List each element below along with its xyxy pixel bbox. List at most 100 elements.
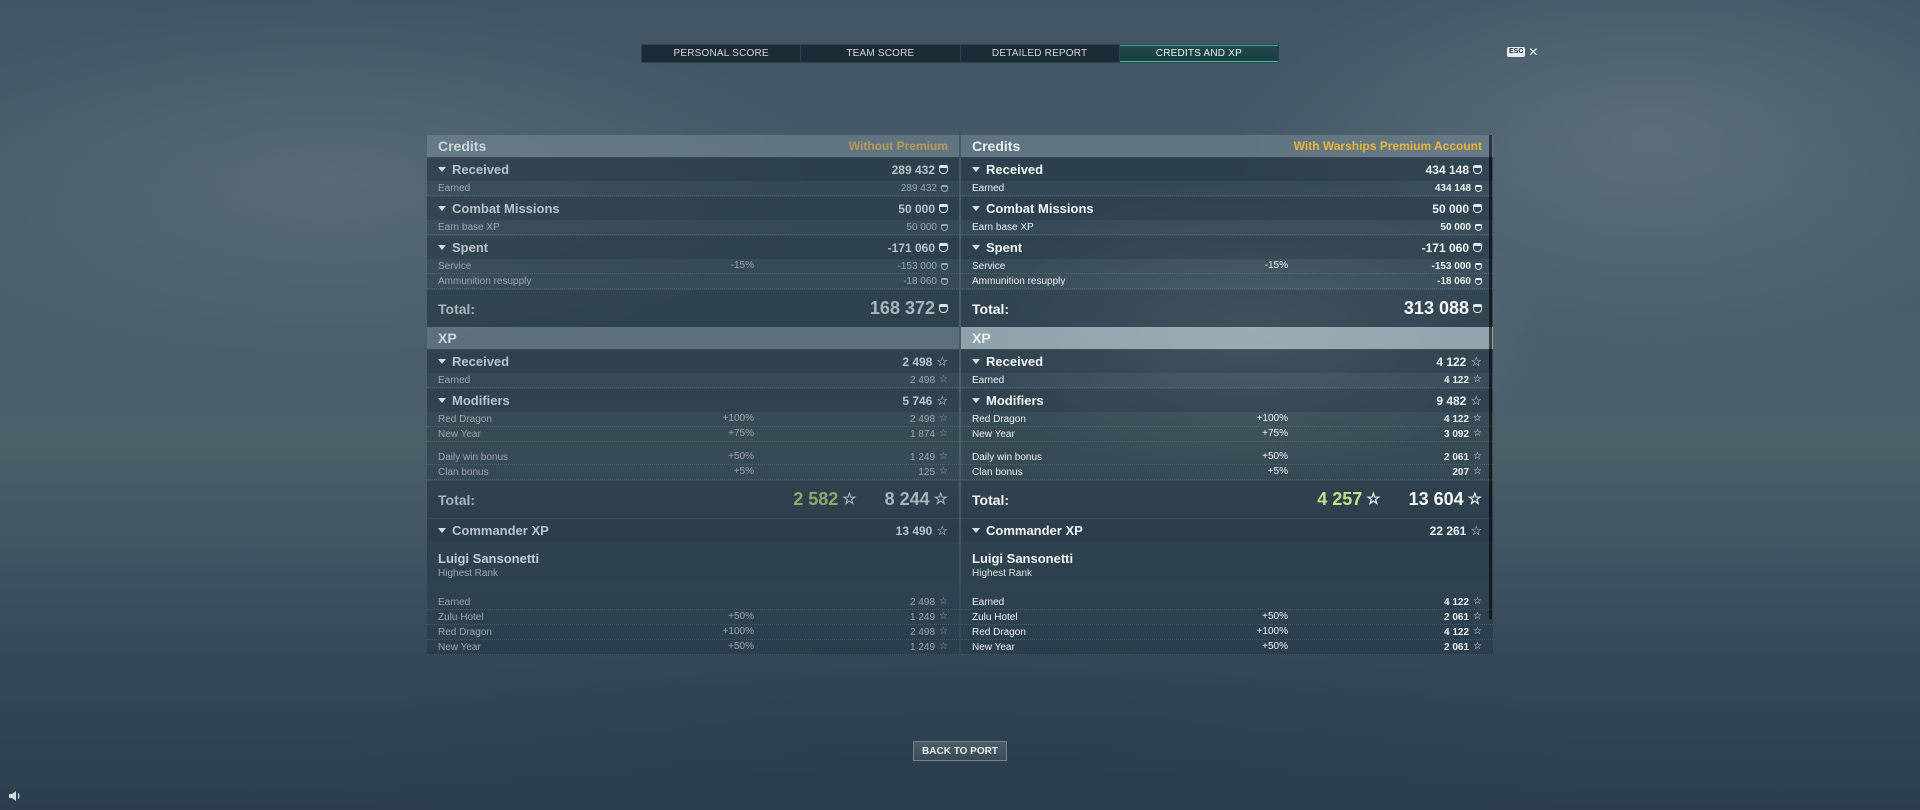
- back-to-port-button[interactable]: BACK TO PORT: [913, 741, 1007, 761]
- row-percent: +100%: [722, 626, 754, 637]
- row-value: -153 000: [1431, 260, 1471, 272]
- credits-panel-without-premium: Credits Without Premium Received 289 432…: [427, 135, 959, 680]
- free-xp-value: 4 257 ☆: [1317, 489, 1381, 509]
- row-label: New Year: [972, 641, 1015, 653]
- row-value: 4 122: [1444, 374, 1470, 386]
- row-percent: +5%: [733, 466, 754, 477]
- row-label: Service: [972, 260, 1006, 272]
- earned-row: Earned 289 432: [427, 181, 959, 196]
- row-label: Red Dragon: [438, 626, 492, 638]
- commander-red-dragon-row: Red Dragon +100% 4 122 ☆: [961, 625, 1493, 640]
- credits-icon: [1473, 304, 1482, 313]
- collapse-triangle-icon: [438, 398, 446, 403]
- xp-star-icon: ☆: [939, 626, 948, 637]
- collapse-triangle-icon: [438, 359, 446, 364]
- collapse-triangle-icon: [438, 245, 446, 250]
- row-label: Earn base XP: [438, 221, 500, 233]
- commander-new-year-row: New Year +50% 2 061 ☆: [961, 640, 1493, 655]
- row-label: Ammunition resupply: [972, 275, 1066, 287]
- section-value: -171 060: [1421, 240, 1469, 255]
- row-label: Earned: [438, 182, 471, 194]
- combat-missions-section[interactable]: Combat Missions 50 000: [427, 196, 959, 220]
- row-value: 3 092: [1444, 428, 1470, 440]
- row-value: 2 498: [910, 596, 936, 608]
- xp-star-icon: ☆: [936, 392, 948, 408]
- scrollbar[interactable]: [1489, 135, 1492, 619]
- row-label: Service: [438, 260, 472, 272]
- commander-info: Luigi Sansonetti Highest Rank: [961, 542, 1493, 583]
- tab-team-score[interactable]: TEAM SCORE: [801, 45, 961, 62]
- commander-info: Luigi Sansonetti Highest Rank: [427, 542, 959, 583]
- sound-icon[interactable]: [8, 790, 22, 802]
- row-value: -153 000: [897, 260, 937, 272]
- xp-star-icon: ☆: [1470, 353, 1482, 369]
- xp-star-icon: ☆: [1473, 428, 1482, 439]
- credits-icon: [939, 304, 948, 313]
- credits-icon: [941, 277, 948, 285]
- credits-icon: [941, 223, 948, 231]
- commander-earned-row: Earned 2 498 ☆: [427, 595, 959, 610]
- tab-detailed-report[interactable]: DETAILED REPORT: [961, 45, 1120, 62]
- spent-section[interactable]: Spent -171 060: [427, 235, 959, 259]
- red-dragon-row: Red Dragon +100% 4 122 ☆: [961, 412, 1493, 427]
- spent-section[interactable]: Spent -171 060: [961, 235, 1493, 259]
- row-label: Clan bonus: [438, 466, 489, 478]
- row-percent: +50%: [728, 641, 754, 652]
- credits-total: Total: 313 088: [961, 289, 1493, 327]
- modifiers-section[interactable]: Modifiers 9 482 ☆: [961, 388, 1493, 412]
- row-value: 1 249: [910, 641, 936, 653]
- commander-name: Luigi Sansonetti: [438, 551, 540, 566]
- credits-icon: [1473, 204, 1482, 213]
- row-label: Earned: [972, 182, 1005, 194]
- row-label: Earn base XP: [972, 221, 1034, 233]
- xp-star-icon: ☆: [936, 353, 948, 369]
- credits-icon: [1475, 184, 1482, 192]
- daily-win-row: Daily win bonus +50% 2 061 ☆: [961, 450, 1493, 465]
- xp-star-icon: ☆: [936, 522, 948, 538]
- xp-star-icon: ☆: [1473, 451, 1482, 462]
- commander-xp-section[interactable]: Commander XP 13 490 ☆: [427, 518, 959, 542]
- row-label: Earned: [972, 374, 1005, 386]
- tab-personal-score[interactable]: PERSONAL SCORE: [642, 45, 802, 62]
- ammunition-row: Ammunition resupply -18 060: [427, 274, 959, 289]
- received-section[interactable]: Received 434 148: [961, 157, 1493, 181]
- row-value: 2 061: [1444, 451, 1470, 463]
- received-section[interactable]: Received 289 432: [427, 157, 959, 181]
- xp-star-icon: ☆: [1473, 596, 1482, 607]
- section-label: Received: [452, 162, 510, 177]
- close-button[interactable]: ESC ✕: [1507, 46, 1538, 58]
- row-value: 50 000: [906, 221, 937, 233]
- total-label: Total:: [972, 491, 1010, 508]
- commander-new-year-row: New Year +50% 1 249 ☆: [427, 640, 959, 655]
- row-value: 2 061: [1444, 611, 1470, 623]
- collapse-triangle-icon: [972, 206, 980, 211]
- total-label: Total:: [438, 491, 476, 508]
- row-percent: -15%: [1264, 260, 1288, 271]
- row-label: Ammunition resupply: [438, 275, 532, 287]
- section-value: 5 746: [902, 393, 933, 408]
- section-label: Commander XP: [986, 523, 1083, 538]
- collapse-triangle-icon: [972, 359, 980, 364]
- tab-credits-and-xp[interactable]: CREDITS AND XP: [1119, 45, 1278, 62]
- modifiers-section[interactable]: Modifiers 5 746 ☆: [427, 388, 959, 412]
- row-value: -18 060: [903, 275, 937, 287]
- commander-xp-section[interactable]: Commander XP 22 261 ☆: [961, 518, 1493, 542]
- section-label: Spent: [452, 240, 489, 255]
- xp-star-icon: ☆: [1473, 626, 1482, 637]
- xp-received-section[interactable]: Received 4 122 ☆: [961, 349, 1493, 373]
- commander-name: Luigi Sansonetti: [972, 551, 1074, 566]
- section-value: 9 482: [1436, 393, 1467, 408]
- free-xp-value: 2 582 ☆: [793, 489, 857, 509]
- earn-base-xp-row: Earn base XP 50 000: [961, 220, 1493, 235]
- row-label: Zulu Hotel: [438, 611, 484, 623]
- combat-missions-section[interactable]: Combat Missions 50 000: [961, 196, 1493, 220]
- commander-red-dragon-row: Red Dragon +100% 2 498 ☆: [427, 625, 959, 640]
- row-label: Daily win bonus: [438, 451, 509, 463]
- xp-star-icon: ☆: [939, 413, 948, 424]
- section-label: Modifiers: [986, 393, 1044, 408]
- xp-received-section[interactable]: Received 2 498 ☆: [427, 349, 959, 373]
- account-type-label: Without Premium: [848, 139, 948, 153]
- new-year-row: New Year +75% 1 874 ☆: [427, 427, 959, 442]
- section-label: Modifiers: [452, 393, 510, 408]
- total-label: Total:: [438, 300, 476, 317]
